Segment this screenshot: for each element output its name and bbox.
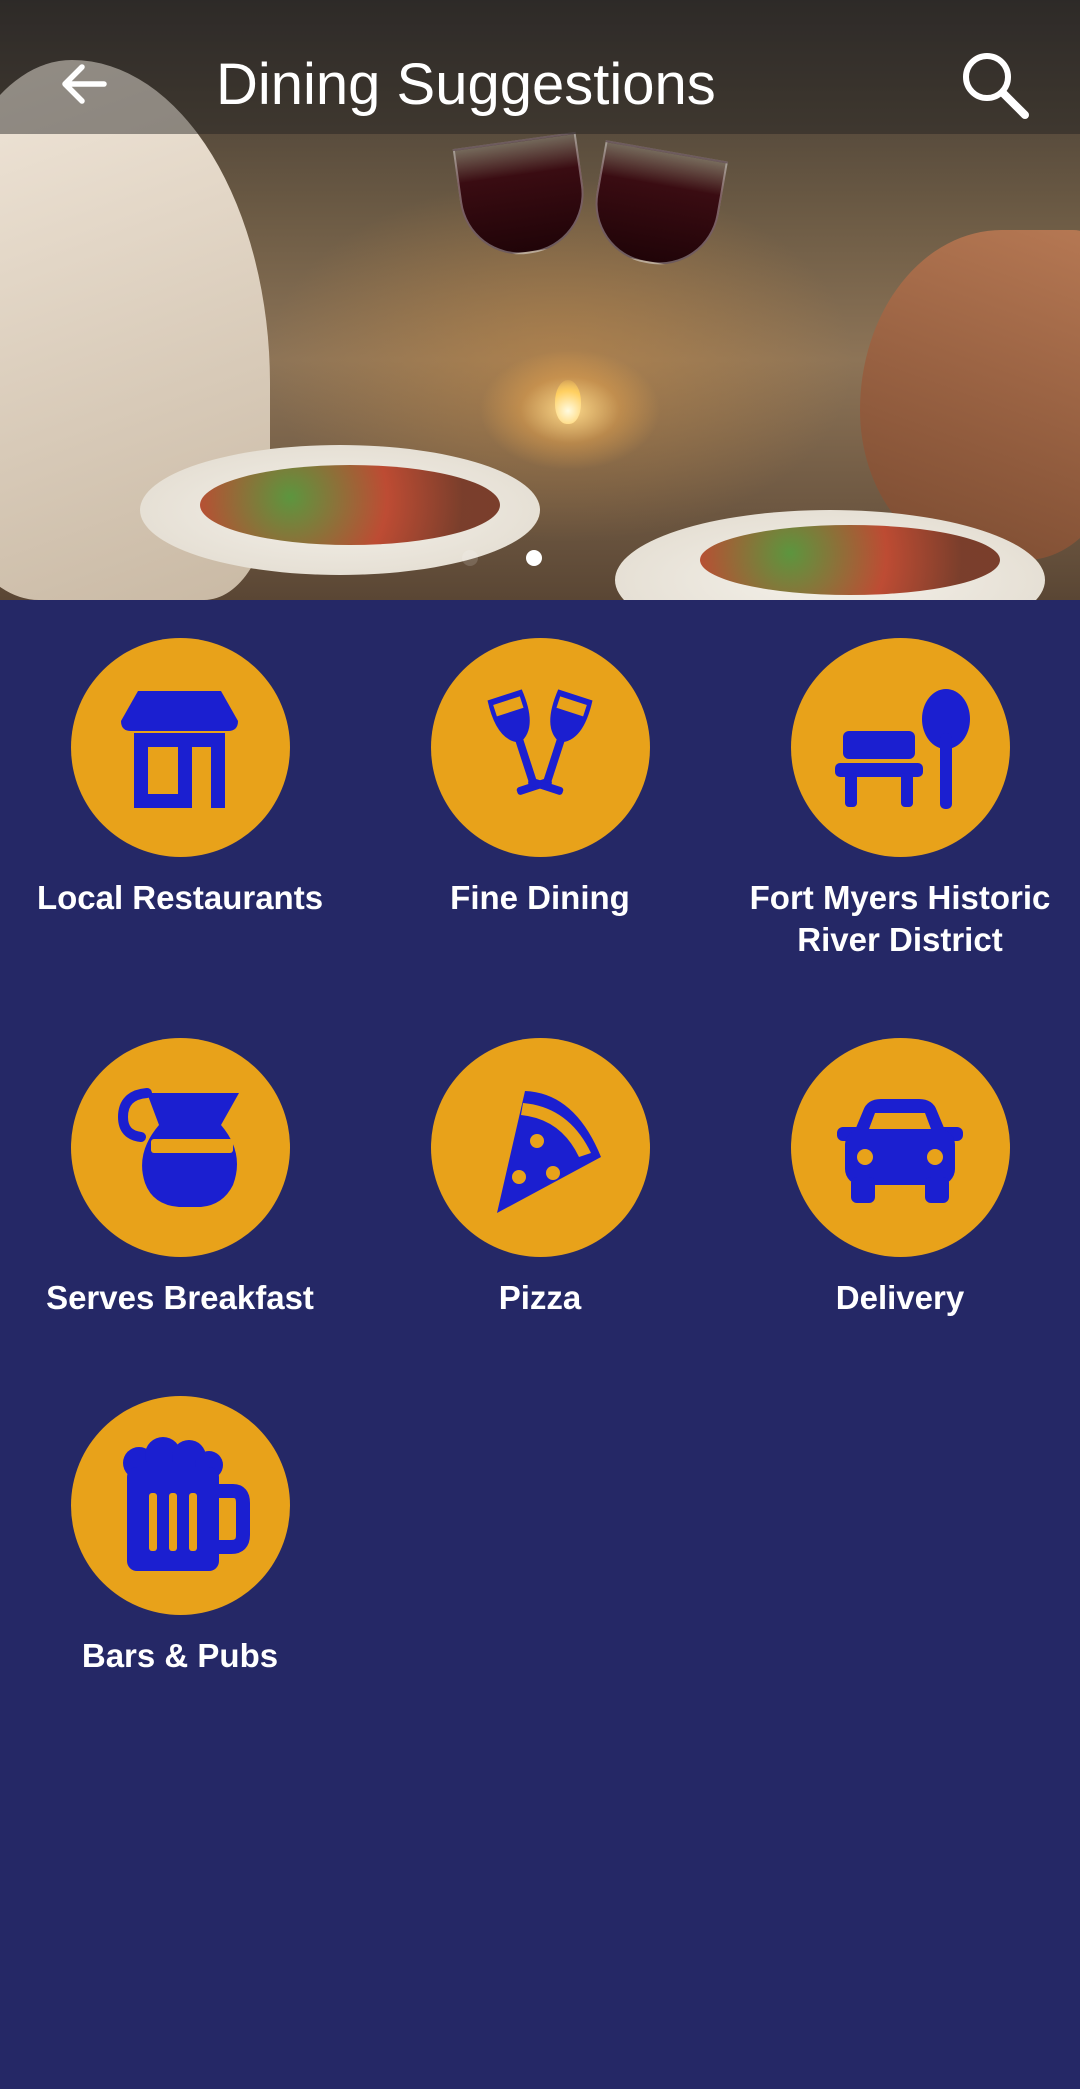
category-label: Bars & Pubs — [81, 1637, 279, 1674]
banner-photo-detail — [555, 380, 581, 424]
category-icon-circle — [430, 1038, 650, 1257]
banner-photo-detail — [452, 131, 592, 263]
car-icon — [837, 1098, 963, 1203]
hero-banner[interactable]: Dining Suggestions — [0, 0, 1080, 600]
banner-photo-detail — [860, 230, 1080, 560]
category-icon-circle — [790, 638, 1010, 857]
category-local-restaurants[interactable]: Local Restaurants — [0, 638, 360, 919]
banner-photo-detail — [586, 140, 728, 274]
carousel-dot-active[interactable] — [526, 550, 542, 566]
search-icon — [963, 53, 1029, 119]
category-historic-river-district[interactable]: Fort Myers Historic River District — [720, 638, 1080, 961]
arrow-left-icon — [62, 64, 107, 104]
category-icon-circle — [70, 1396, 290, 1615]
category-icon-circle — [70, 638, 290, 857]
category-label: Fine Dining — [450, 879, 630, 916]
category-delivery[interactable]: Delivery — [720, 1038, 1080, 1319]
category-bars-pubs[interactable]: Bars & Pubs — [0, 1396, 360, 1677]
banner-photo-detail — [200, 465, 500, 545]
carousel-dot[interactable] — [462, 550, 478, 566]
category-grid: Local Restaurants Fine Dining Fort Myers… — [0, 600, 1080, 2089]
category-label: Serves Breakfast — [46, 1279, 314, 1316]
pizza-slice-icon — [497, 1090, 601, 1213]
category-icon-circle — [790, 1038, 1010, 1257]
page-title: Dining Suggestions — [216, 52, 716, 117]
category-label: Delivery — [835, 1279, 965, 1316]
category-icon-circle — [70, 1038, 290, 1257]
bench-tree-icon — [835, 688, 970, 809]
search-button[interactable] — [950, 40, 1040, 130]
category-label: Fort Myers Historic River District — [749, 879, 1051, 958]
category-label: Pizza — [498, 1279, 582, 1316]
category-icon-circle — [430, 638, 650, 857]
carousel-indicator — [0, 550, 1042, 572]
category-pizza[interactable]: Pizza — [360, 1038, 720, 1319]
beer-mug-icon — [123, 1436, 250, 1571]
coffee-pot-icon — [117, 1087, 239, 1207]
category-label: Local Restaurants — [36, 879, 324, 916]
wine-glasses-icon — [487, 688, 593, 795]
storefront-icon — [121, 690, 238, 808]
top-app-bar: Dining Suggestions — [0, 0, 1080, 134]
category-fine-dining[interactable]: Fine Dining — [360, 638, 720, 919]
back-button[interactable] — [44, 44, 124, 124]
category-serves-breakfast[interactable]: Serves Breakfast — [0, 1038, 360, 1319]
